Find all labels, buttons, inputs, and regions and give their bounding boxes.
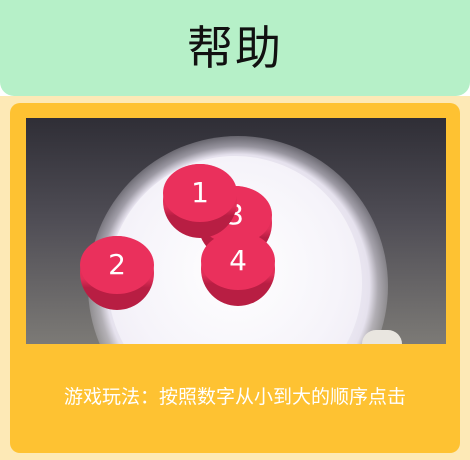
number-ball-1[interactable]: 1 <box>163 164 237 238</box>
gameplay-illustration: 3 4 1 2 <box>26 118 446 344</box>
number-ball-4[interactable]: 4 <box>201 232 275 306</box>
ball-number: 4 <box>229 244 247 277</box>
cloud <box>362 330 402 344</box>
number-ball-2[interactable]: 2 <box>80 236 154 310</box>
ball-number: 2 <box>108 248 126 281</box>
rules-text: 游戏玩法：按照数字从小到大的顺序点击 <box>63 386 406 408</box>
help-header: 帮助 <box>0 0 470 96</box>
ball-number: 1 <box>191 176 209 209</box>
page-title: 帮助 <box>187 21 283 75</box>
